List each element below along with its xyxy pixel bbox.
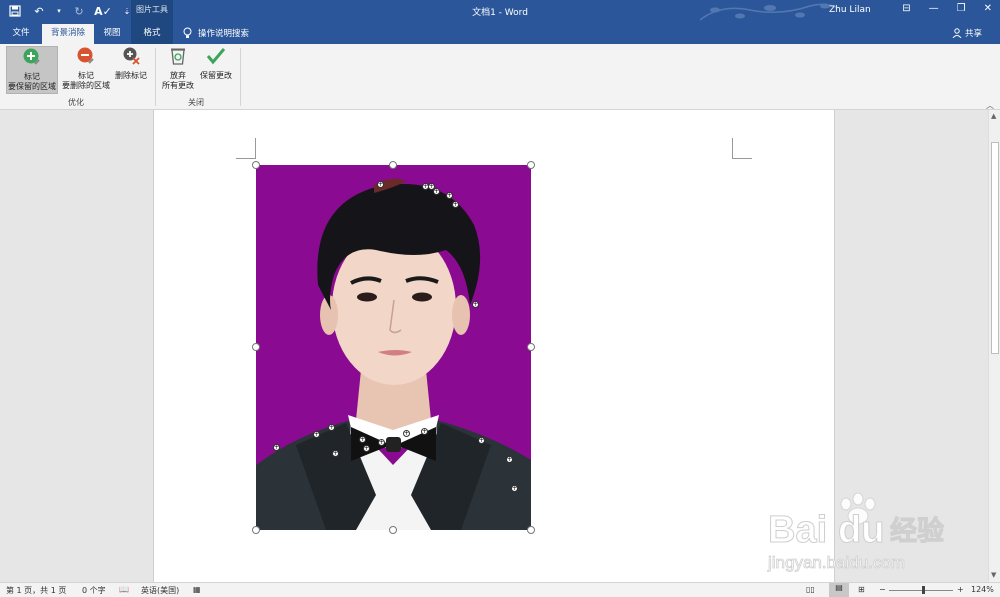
web-layout-icon[interactable]: ⊞ <box>858 585 865 594</box>
portrait-drawing <box>256 165 531 530</box>
mark-remove-line1: 标记 <box>78 71 94 80</box>
keep-mark-icon[interactable]: + <box>332 450 339 457</box>
keep-mark-icon[interactable]: + <box>273 444 280 451</box>
group-separator <box>155 48 156 106</box>
keep-mark-icon[interactable]: + <box>472 301 479 308</box>
minimize-icon[interactable]: — <box>929 3 939 14</box>
language-indicator[interactable]: 英语(美国) <box>141 585 179 596</box>
tell-me-search[interactable]: 操作说明搜索 <box>183 27 249 39</box>
plus-pencil-icon <box>23 48 40 65</box>
resize-handle-top-left[interactable] <box>252 161 260 169</box>
resize-handle-top[interactable] <box>389 161 397 169</box>
page-count[interactable]: 第 1 页，共 1 页 <box>6 585 66 596</box>
resize-handle-left[interactable] <box>252 343 260 351</box>
recycle-bin-icon <box>171 48 185 65</box>
tab-background-removal[interactable]: 背景消除 <box>42 24 94 44</box>
keep-changes-label: 保留更改 <box>200 71 232 80</box>
keep-mark-icon[interactable]: + <box>378 439 385 446</box>
status-bar: 第 1 页，共 1 页 0 个字 📖 英语(美国) ▦ ▯▯ ▤ ⊞ − + 1… <box>0 582 1000 597</box>
keep-changes-button[interactable]: 保留更改 <box>197 46 235 94</box>
keep-mark-icon[interactable]: + <box>328 424 335 431</box>
delete-mark-button[interactable]: 删除标记 <box>112 46 150 94</box>
keep-mark-icon[interactable]: + <box>377 181 384 188</box>
discard-all-changes-button[interactable]: 放弃 所有更改 <box>160 46 196 94</box>
close-icon[interactable]: ✕ <box>984 3 992 14</box>
lightbulb-icon <box>183 27 192 38</box>
mark-keep-line2: 要保留的区域 <box>8 82 56 91</box>
portrait-image[interactable] <box>256 165 531 530</box>
keep-mark-icon[interactable]: + <box>363 445 370 452</box>
keep-mark-icon[interactable]: + <box>446 192 453 199</box>
resize-handle-bottom[interactable] <box>389 526 397 534</box>
title-bar: ↶ ▾ ↻ A✓ ⇣ 图片工具 文档1 - Word Zhu Lilan ⊟ —… <box>0 0 1000 24</box>
margin-corner-mark <box>236 158 256 159</box>
svg-text:Bai: Bai <box>768 509 827 551</box>
keep-mark-icon[interactable]: + <box>478 437 485 444</box>
baidu-jingyan-watermark: Bai du 经验 jingyan.baidu.com <box>767 492 945 572</box>
window-controls: ⊟ — ❐ ✕ <box>902 3 992 14</box>
svg-text:经验: 经验 <box>890 515 944 547</box>
resize-handle-bottom-right[interactable] <box>527 526 535 534</box>
keep-mark-icon[interactable]: + <box>359 436 366 443</box>
checkmark-icon <box>206 48 226 65</box>
share-label: 共享 <box>964 29 982 39</box>
discard-line1: 放弃 <box>170 71 186 80</box>
tab-format[interactable]: 格式 <box>131 24 173 44</box>
group-close-label: 关闭 <box>188 98 204 107</box>
tab-view[interactable]: 视图 <box>96 24 128 44</box>
delete-mark-label: 删除标记 <box>115 71 147 80</box>
mark-areas-to-keep-button[interactable]: 标记 要保留的区域 <box>6 46 58 94</box>
mark-areas-to-remove-button[interactable]: 标记 要删除的区域 <box>60 46 112 94</box>
group-refine-label: 优化 <box>68 98 84 107</box>
scroll-down-icon[interactable]: ▼ <box>991 571 996 579</box>
scroll-up-icon[interactable]: ▲ <box>991 112 996 120</box>
user-name[interactable]: Zhu Lilan <box>829 5 871 15</box>
ribbon: 标记 要保留的区域 标记 要删除的区域 删除标记 优化 放弃 所有更改 保留更改… <box>0 44 1000 110</box>
macro-recording-icon[interactable]: ▦ <box>193 585 201 594</box>
scrollbar-thumb[interactable] <box>991 142 999 354</box>
discard-line2: 所有更改 <box>162 81 194 90</box>
margin-corner-mark <box>732 158 752 159</box>
keep-mark-icon[interactable]: + <box>421 428 428 435</box>
title-bar-decoration-icon <box>699 3 839 21</box>
keep-mark-icon[interactable]: + <box>433 188 440 195</box>
tab-file[interactable]: 文件 <box>4 24 38 44</box>
keep-mark-icon[interactable]: + <box>452 201 459 208</box>
zoom-slider[interactable] <box>889 590 953 591</box>
mark-keep-line1: 标记 <box>24 72 40 81</box>
person-icon <box>952 28 962 38</box>
keep-mark-icon[interactable]: + <box>403 430 410 437</box>
restore-icon[interactable]: ❐ <box>957 3 966 14</box>
zoom-in-icon[interactable]: + <box>957 585 964 594</box>
read-mode-icon[interactable]: ▯▯ <box>806 585 815 594</box>
ribbon-display-options-icon[interactable]: ⊟ <box>902 3 910 14</box>
ribbon-tab-bar: 文件 背景消除 视图 格式 操作说明搜索 共享 <box>0 24 1000 44</box>
svg-text:du: du <box>838 509 884 551</box>
tell-me-label: 操作说明搜索 <box>198 29 250 39</box>
share-button[interactable]: 共享 <box>952 27 982 39</box>
keep-mark-icon[interactable]: + <box>511 485 518 492</box>
group-separator <box>240 48 241 106</box>
word-count[interactable]: 0 个字 <box>82 585 106 596</box>
svg-text:jingyan.baidu.com: jingyan.baidu.com <box>767 553 905 572</box>
margin-corner-mark <box>732 138 733 158</box>
vertical-scrollbar[interactable]: ▲ ▼ <box>988 110 1000 582</box>
resize-handle-bottom-left[interactable] <box>252 526 260 534</box>
zoom-out-icon[interactable]: − <box>879 585 886 594</box>
zoom-slider-thumb[interactable] <box>922 586 925 594</box>
resize-handle-right[interactable] <box>527 343 535 351</box>
margin-corner-mark <box>255 138 256 158</box>
resize-handle-top-right[interactable] <box>527 161 535 169</box>
minus-pencil-icon <box>77 47 94 64</box>
keep-mark-icon[interactable]: + <box>313 431 320 438</box>
keep-mark-icon[interactable]: + <box>506 456 513 463</box>
delete-mark-icon <box>123 47 140 65</box>
print-layout-icon[interactable]: ▤ <box>829 583 849 597</box>
mark-remove-line2: 要删除的区域 <box>62 81 110 90</box>
zoom-level[interactable]: 124% <box>971 585 994 594</box>
proofing-icon[interactable]: 📖 <box>119 585 129 594</box>
